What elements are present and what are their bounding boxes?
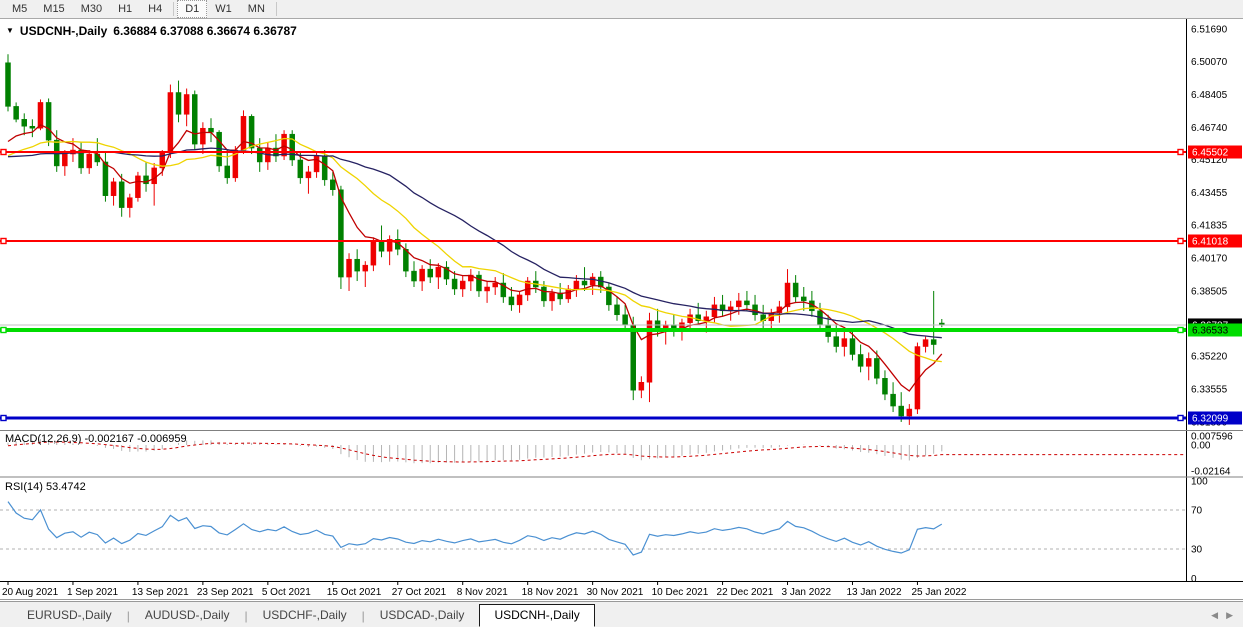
chart-tab-usdcnh[interactable]: USDCNH-,Daily bbox=[479, 604, 594, 627]
chart-tab-bar: EURUSD-,Daily|AUDUSD-,Daily|USDCHF-,Dail… bbox=[0, 601, 1243, 627]
hline-handle-left[interactable] bbox=[1, 238, 6, 243]
date-label: 15 Oct 2021 bbox=[327, 587, 382, 598]
chart-tab-audusd[interactable]: AUDUSD-,Daily bbox=[130, 604, 245, 627]
hline-handle-left[interactable] bbox=[1, 415, 6, 420]
price-level-label-6.36533[interactable]: 6.36533 bbox=[1188, 323, 1242, 336]
date-label: 22 Dec 2021 bbox=[717, 587, 774, 598]
macd-indicator-label: MACD(12,26,9) -0.002167 -0.006959 bbox=[5, 433, 187, 445]
timeframe-button-m5[interactable]: M5 bbox=[4, 0, 35, 18]
price-axis-tick: 6.48405 bbox=[1191, 90, 1228, 101]
timeframe-button-d1[interactable]: D1 bbox=[177, 0, 207, 18]
timeframe-button-h4[interactable]: H4 bbox=[140, 0, 170, 18]
mt4-window: M5M15M30H1H4 D1W1MN 6.51690 6.50070 6.48405… bbox=[0, 0, 1243, 627]
price-axis-tick: 6.46740 bbox=[1191, 123, 1228, 134]
toolbar-separator bbox=[276, 2, 277, 16]
date-label: 1 Sep 2021 bbox=[67, 587, 119, 598]
collapse-indicator-icon[interactable]: ▼ bbox=[6, 26, 14, 35]
timeframe-button-w1[interactable]: W1 bbox=[207, 0, 240, 18]
date-label: 5 Oct 2021 bbox=[262, 587, 311, 598]
chart-canvas[interactable]: 6.516906.500706.484056.467406.451206.434… bbox=[0, 19, 1243, 601]
macd-axis-label: 0.00 bbox=[1191, 441, 1211, 452]
svg-text:6.45502: 6.45502 bbox=[1192, 148, 1229, 159]
price-axis-tick: 6.41835 bbox=[1191, 220, 1228, 231]
timeframe-button-m30[interactable]: M30 bbox=[73, 0, 110, 18]
price-level-label-6.45502[interactable]: 6.45502 bbox=[1188, 146, 1242, 159]
rsi-axis-label: 30 bbox=[1191, 545, 1203, 556]
price-axis-tick: 6.51690 bbox=[1191, 25, 1228, 36]
svg-text:6.41018: 6.41018 bbox=[1192, 236, 1229, 247]
price-axis-tick: 6.43455 bbox=[1191, 188, 1228, 199]
rsi-indicator-label: RSI(14) 53.4742 bbox=[5, 481, 86, 493]
timeframe-toolbar: M5M15M30H1H4 D1W1MN bbox=[0, 0, 1243, 19]
hline-handle-right[interactable] bbox=[1178, 238, 1183, 243]
hline-handle-right[interactable] bbox=[1178, 415, 1183, 420]
chart-tab-usdcad[interactable]: USDCAD-,Daily bbox=[365, 604, 480, 627]
date-label: 10 Dec 2021 bbox=[652, 587, 709, 598]
chart-title: ▼ USDCNH-,Daily 6.36884 6.37088 6.36674 … bbox=[6, 24, 297, 38]
price-axis-tick: 6.38505 bbox=[1191, 286, 1228, 297]
toolbar-separator bbox=[173, 2, 174, 16]
date-label: 27 Oct 2021 bbox=[392, 587, 447, 598]
tab-scroll-right-icon[interactable]: ▶ bbox=[1226, 610, 1233, 621]
date-label: 13 Jan 2022 bbox=[846, 587, 901, 598]
price-axis-tick: 6.40170 bbox=[1191, 253, 1228, 264]
svg-text:6.36533: 6.36533 bbox=[1192, 325, 1229, 336]
hline-handle-right[interactable] bbox=[1178, 327, 1183, 332]
chart-tab-eurusd[interactable]: EURUSD-,Daily bbox=[12, 604, 127, 627]
date-label: 23 Sep 2021 bbox=[197, 587, 254, 598]
date-label: 20 Aug 2021 bbox=[2, 587, 59, 598]
rsi-axis-label: 70 bbox=[1191, 506, 1203, 517]
price-axis-tick: 6.33555 bbox=[1191, 385, 1228, 396]
timeframe-button-m15[interactable]: M15 bbox=[35, 0, 72, 18]
date-label: 13 Sep 2021 bbox=[132, 587, 189, 598]
date-label: 30 Nov 2021 bbox=[587, 587, 644, 598]
timeframe-button-mn[interactable]: MN bbox=[240, 0, 273, 18]
date-label: 8 Nov 2021 bbox=[457, 587, 509, 598]
date-label: 25 Jan 2022 bbox=[911, 587, 966, 598]
date-label: 18 Nov 2021 bbox=[522, 587, 579, 598]
price-axis-tick: 6.35220 bbox=[1191, 352, 1228, 363]
tab-scroll-left-icon[interactable]: ◀ bbox=[1211, 610, 1218, 621]
price-axis-tick: 6.50070 bbox=[1191, 57, 1228, 68]
price-level-label-6.32099[interactable]: 6.32099 bbox=[1188, 411, 1242, 424]
date-label: 3 Jan 2022 bbox=[782, 587, 832, 598]
rsi-axis-label: 100 bbox=[1191, 476, 1208, 487]
chart-tab-usdchf[interactable]: USDCHF-,Daily bbox=[248, 604, 362, 627]
chart-symbol-title: USDCNH-,Daily bbox=[20, 24, 107, 38]
hline-handle-left[interactable] bbox=[1, 327, 6, 332]
hline-handle-right[interactable] bbox=[1178, 150, 1183, 155]
chart-ohlc-values: 6.36884 6.37088 6.36674 6.36787 bbox=[113, 24, 297, 38]
price-level-label-6.41018[interactable]: 6.41018 bbox=[1188, 234, 1242, 247]
rsi-axis-label: 0 bbox=[1191, 574, 1197, 585]
svg-text:6.32099: 6.32099 bbox=[1192, 413, 1229, 424]
timeframe-button-h1[interactable]: H1 bbox=[110, 0, 140, 18]
hline-handle-left[interactable] bbox=[1, 150, 6, 155]
